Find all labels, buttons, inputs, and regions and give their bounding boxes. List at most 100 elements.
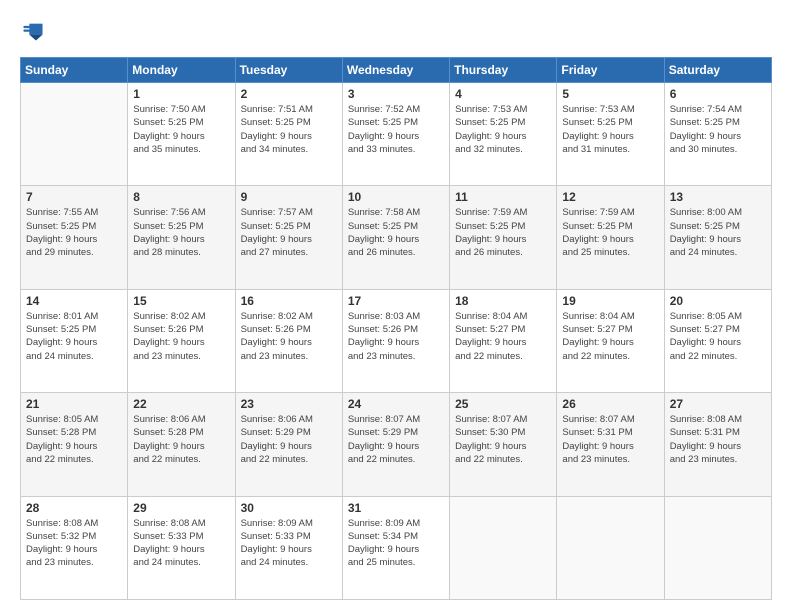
day-number: 7 — [26, 190, 122, 204]
day-info: Sunrise: 7:57 AM Sunset: 5:25 PM Dayligh… — [241, 206, 337, 259]
calendar-day-header: Wednesday — [342, 58, 449, 83]
logo-icon — [22, 20, 44, 42]
day-number: 27 — [670, 397, 766, 411]
day-number: 10 — [348, 190, 444, 204]
calendar-cell: 18 Sunrise: 8:04 AM Sunset: 5:27 PM Dayli… — [450, 289, 557, 392]
calendar-week-row: 21Sunrise: 8:05 AM Sunset: 5:28 PM Dayli… — [21, 393, 772, 496]
calendar-cell: 4Sunrise: 7:53 AM Sunset: 5:25 PM Daylig… — [450, 83, 557, 186]
calendar-cell: 2 Sunrise: 7:51 AM Sunset: 5:25 PM Daylig… — [235, 83, 342, 186]
calendar-cell — [664, 496, 771, 599]
day-number: 16 — [241, 294, 337, 308]
calendar-cell: 26 Sunrise: 8:07 AM Sunset: 5:31 PM Dayli… — [557, 393, 664, 496]
calendar-week-row: 1 Sunrise: 7:50 AM Sunset: 5:25 PM Daylig… — [21, 83, 772, 186]
day-info: Sunrise: 8:08 AM Sunset: 5:32 PM Dayligh… — [26, 517, 122, 570]
calendar-cell: 5 Sunrise: 7:53 AM Sunset: 5:25 PM Daylig… — [557, 83, 664, 186]
day-info: Sunrise: 8:08 AM Sunset: 5:33 PM Dayligh… — [133, 517, 229, 570]
calendar-header-row: SundayMondayTuesdayWednesdayThursdayFrid… — [21, 58, 772, 83]
logo — [20, 20, 46, 47]
day-info: Sunrise: 7:55 AM Sunset: 5:25 PM Dayligh… — [26, 206, 122, 259]
day-number: 29 — [133, 501, 229, 515]
page: SundayMondayTuesdayWednesdayThursdayFrid… — [0, 0, 792, 612]
day-number: 1 — [133, 87, 229, 101]
calendar-cell: 3 Sunrise: 7:52 AM Sunset: 5:25 PM Daylig… — [342, 83, 449, 186]
calendar-cell: 22 Sunrise: 8:06 AM Sunset: 5:28 PM Dayli… — [128, 393, 235, 496]
calendar-cell: 6 Sunrise: 7:54 AM Sunset: 5:25 PM Daylig… — [664, 83, 771, 186]
day-info: Sunrise: 8:08 AM Sunset: 5:31 PM Dayligh… — [670, 413, 766, 466]
day-number: 14 — [26, 294, 122, 308]
day-info: Sunrise: 8:00 AM Sunset: 5:25 PM Dayligh… — [670, 206, 766, 259]
day-info: Sunrise: 8:07 AM Sunset: 5:31 PM Dayligh… — [562, 413, 658, 466]
day-info: Sunrise: 8:01 AM Sunset: 5:25 PM Dayligh… — [26, 310, 122, 363]
day-number: 6 — [670, 87, 766, 101]
calendar-cell — [557, 496, 664, 599]
day-number: 4 — [455, 87, 551, 101]
day-number: 12 — [562, 190, 658, 204]
day-number: 26 — [562, 397, 658, 411]
day-info: Sunrise: 8:04 AM Sunset: 5:27 PM Dayligh… — [455, 310, 551, 363]
calendar-cell: 8Sunrise: 7:56 AM Sunset: 5:25 PM Daylig… — [128, 186, 235, 289]
day-info: Sunrise: 7:52 AM Sunset: 5:25 PM Dayligh… — [348, 103, 444, 156]
day-info: Sunrise: 7:51 AM Sunset: 5:25 PM Dayligh… — [241, 103, 337, 156]
calendar-cell: 21Sunrise: 8:05 AM Sunset: 5:28 PM Dayli… — [21, 393, 128, 496]
day-number: 8 — [133, 190, 229, 204]
day-number: 23 — [241, 397, 337, 411]
calendar-cell: 23 Sunrise: 8:06 AM Sunset: 5:29 PM Dayli… — [235, 393, 342, 496]
day-number: 11 — [455, 190, 551, 204]
day-info: Sunrise: 8:06 AM Sunset: 5:29 PM Dayligh… — [241, 413, 337, 466]
day-info: Sunrise: 7:53 AM Sunset: 5:25 PM Dayligh… — [562, 103, 658, 156]
calendar-day-header: Monday — [128, 58, 235, 83]
calendar-table: SundayMondayTuesdayWednesdayThursdayFrid… — [20, 57, 772, 600]
calendar-cell: 11 Sunrise: 7:59 AM Sunset: 5:25 PM Dayli… — [450, 186, 557, 289]
calendar-cell: 20 Sunrise: 8:05 AM Sunset: 5:27 PM Dayli… — [664, 289, 771, 392]
calendar-cell: 7 Sunrise: 7:55 AM Sunset: 5:25 PM Daylig… — [21, 186, 128, 289]
day-number: 28 — [26, 501, 122, 515]
day-number: 18 — [455, 294, 551, 308]
day-info: Sunrise: 7:54 AM Sunset: 5:25 PM Dayligh… — [670, 103, 766, 156]
day-number: 13 — [670, 190, 766, 204]
calendar-cell: 13 Sunrise: 8:00 AM Sunset: 5:25 PM Dayli… — [664, 186, 771, 289]
day-info: Sunrise: 8:06 AM Sunset: 5:28 PM Dayligh… — [133, 413, 229, 466]
day-number: 3 — [348, 87, 444, 101]
calendar-cell: 12 Sunrise: 7:59 AM Sunset: 5:25 PM Dayli… — [557, 186, 664, 289]
day-number: 25 — [455, 397, 551, 411]
calendar-day-header: Thursday — [450, 58, 557, 83]
calendar-cell: 28 Sunrise: 8:08 AM Sunset: 5:32 PM Dayli… — [21, 496, 128, 599]
header — [20, 16, 772, 47]
day-number: 20 — [670, 294, 766, 308]
day-info: Sunrise: 8:03 AM Sunset: 5:26 PM Dayligh… — [348, 310, 444, 363]
calendar-day-header: Saturday — [664, 58, 771, 83]
calendar-week-row: 14 Sunrise: 8:01 AM Sunset: 5:25 PM Dayli… — [21, 289, 772, 392]
day-number: 21 — [26, 397, 122, 411]
day-number: 19 — [562, 294, 658, 308]
calendar-cell: 25Sunrise: 8:07 AM Sunset: 5:30 PM Dayli… — [450, 393, 557, 496]
calendar-cell: 1 Sunrise: 7:50 AM Sunset: 5:25 PM Daylig… — [128, 83, 235, 186]
day-info: Sunrise: 8:09 AM Sunset: 5:33 PM Dayligh… — [241, 517, 337, 570]
day-number: 2 — [241, 87, 337, 101]
calendar-cell: 24Sunrise: 8:07 AM Sunset: 5:29 PM Dayli… — [342, 393, 449, 496]
day-number: 5 — [562, 87, 658, 101]
calendar-cell — [450, 496, 557, 599]
calendar-cell — [21, 83, 128, 186]
day-number: 24 — [348, 397, 444, 411]
calendar-cell: 31Sunrise: 8:09 AM Sunset: 5:34 PM Dayli… — [342, 496, 449, 599]
calendar-week-row: 7 Sunrise: 7:55 AM Sunset: 5:25 PM Daylig… — [21, 186, 772, 289]
calendar-cell: 16 Sunrise: 8:02 AM Sunset: 5:26 PM Dayli… — [235, 289, 342, 392]
calendar-cell: 15Sunrise: 8:02 AM Sunset: 5:26 PM Dayli… — [128, 289, 235, 392]
day-info: Sunrise: 7:59 AM Sunset: 5:25 PM Dayligh… — [455, 206, 551, 259]
calendar-cell: 27 Sunrise: 8:08 AM Sunset: 5:31 PM Dayli… — [664, 393, 771, 496]
day-number: 22 — [133, 397, 229, 411]
day-info: Sunrise: 7:58 AM Sunset: 5:25 PM Dayligh… — [348, 206, 444, 259]
day-info: Sunrise: 7:59 AM Sunset: 5:25 PM Dayligh… — [562, 206, 658, 259]
day-info: Sunrise: 7:50 AM Sunset: 5:25 PM Dayligh… — [133, 103, 229, 156]
day-info: Sunrise: 8:09 AM Sunset: 5:34 PM Dayligh… — [348, 517, 444, 570]
day-info: Sunrise: 8:05 AM Sunset: 5:27 PM Dayligh… — [670, 310, 766, 363]
calendar-cell: 19Sunrise: 8:04 AM Sunset: 5:27 PM Dayli… — [557, 289, 664, 392]
calendar-cell: 9 Sunrise: 7:57 AM Sunset: 5:25 PM Daylig… — [235, 186, 342, 289]
calendar-cell: 17Sunrise: 8:03 AM Sunset: 5:26 PM Dayli… — [342, 289, 449, 392]
day-number: 15 — [133, 294, 229, 308]
calendar-day-header: Tuesday — [235, 58, 342, 83]
day-info: Sunrise: 8:02 AM Sunset: 5:26 PM Dayligh… — [241, 310, 337, 363]
day-number: 9 — [241, 190, 337, 204]
day-number: 30 — [241, 501, 337, 515]
calendar-cell: 30 Sunrise: 8:09 AM Sunset: 5:33 PM Dayli… — [235, 496, 342, 599]
